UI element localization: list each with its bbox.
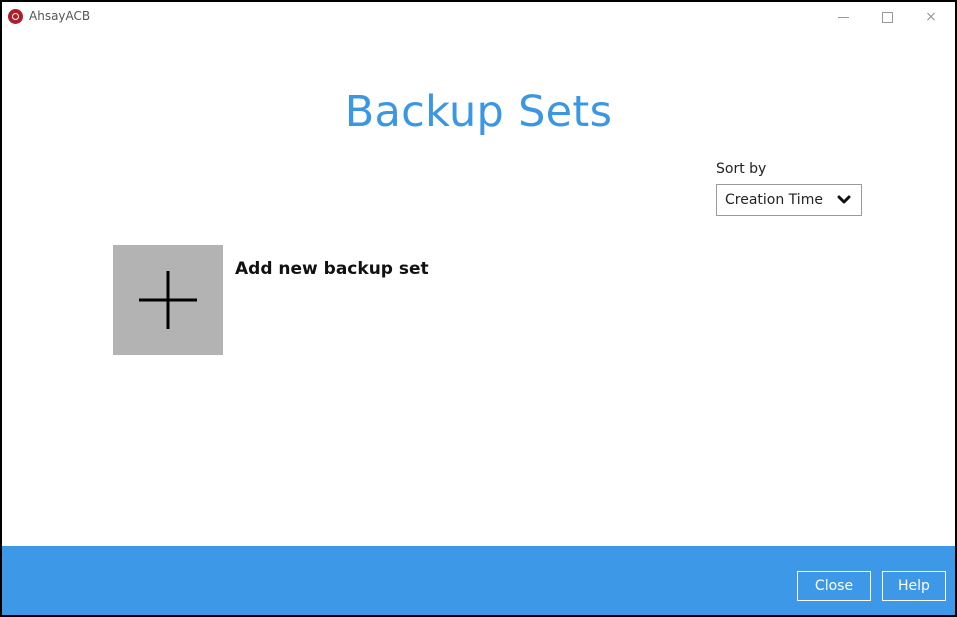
add-backup-set-tile[interactable] — [113, 245, 223, 355]
sort-by-label: Sort by — [716, 161, 767, 177]
plus-icon — [139, 271, 197, 329]
footer-bar: Close Help — [2, 546, 955, 615]
sort-by-selected-value: Creation Time — [725, 192, 823, 208]
window-title: AhsayACB — [29, 9, 91, 23]
window-close-button[interactable]: × — [909, 2, 953, 32]
chevron-down-icon — [837, 195, 851, 204]
minimize-button[interactable] — [821, 2, 865, 32]
help-button[interactable]: Help — [882, 571, 946, 601]
close-icon: × — [925, 9, 937, 25]
add-backup-set-label[interactable]: Add new backup set — [235, 259, 429, 279]
maximize-button[interactable] — [865, 2, 909, 32]
sort-by-dropdown[interactable]: Creation Time — [716, 184, 862, 216]
app-window: AhsayACB × Backup Sets Sort by Creation … — [0, 0, 957, 617]
minimize-icon — [837, 16, 849, 18]
ahsay-logo-icon — [8, 9, 23, 24]
close-button[interactable]: Close — [797, 571, 871, 601]
maximize-icon — [881, 11, 893, 23]
page-title: Backup Sets — [344, 87, 613, 137]
title-bar: AhsayACB × — [2, 2, 955, 32]
